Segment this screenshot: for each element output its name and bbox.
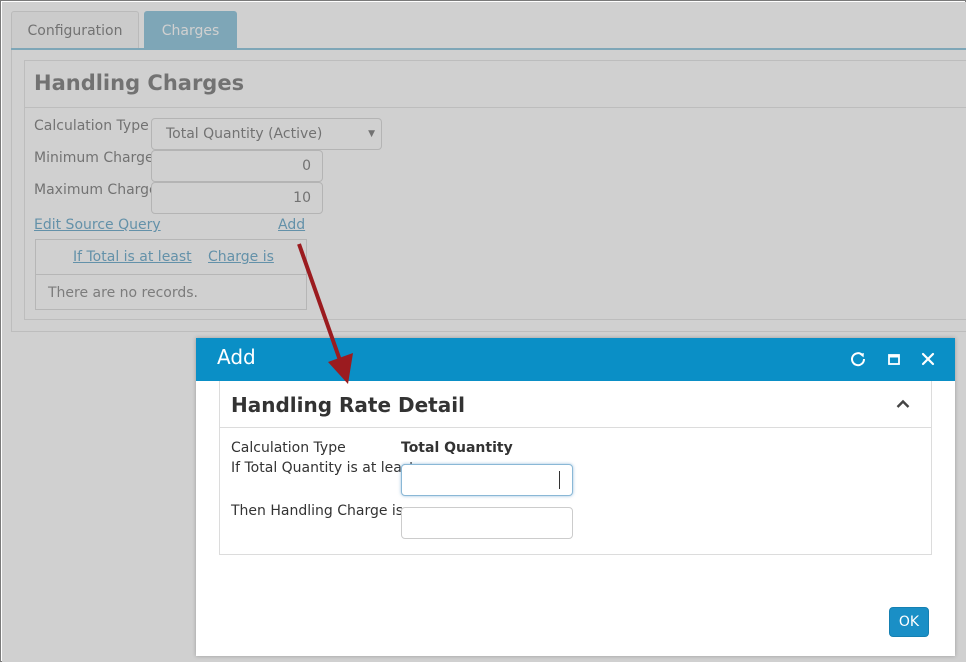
refresh-icon[interactable] <box>849 350 867 368</box>
ok-button[interactable]: OK <box>889 607 929 637</box>
handling-rate-detail-section: Handling Rate Detail Calculation Type To… <box>219 381 932 555</box>
maximize-icon[interactable] <box>885 350 903 368</box>
add-modal: Add Handling Rate Detail Calculation Typ… <box>196 338 955 656</box>
min-total-quantity-label: If Total Quantity is at least <box>231 460 415 476</box>
chevron-up-icon[interactable] <box>894 395 912 413</box>
min-total-quantity-input[interactable] <box>401 464 573 496</box>
screenshot-frame: Configuration Charges Handling Charges C… <box>0 0 966 662</box>
modal-header: Add <box>196 338 955 381</box>
handling-charge-input[interactable] <box>401 507 573 539</box>
modal-calculation-type-label: Calculation Type <box>231 440 346 456</box>
text-cursor <box>559 471 560 489</box>
close-icon[interactable] <box>919 350 937 368</box>
handling-charge-label: Then Handling Charge is <box>231 503 404 519</box>
modal-calculation-type-value: Total Quantity <box>401 440 513 456</box>
rate-detail-title: Handling Rate Detail <box>231 393 465 417</box>
modal-title: Add <box>217 345 256 369</box>
rate-detail-divider <box>220 427 931 428</box>
